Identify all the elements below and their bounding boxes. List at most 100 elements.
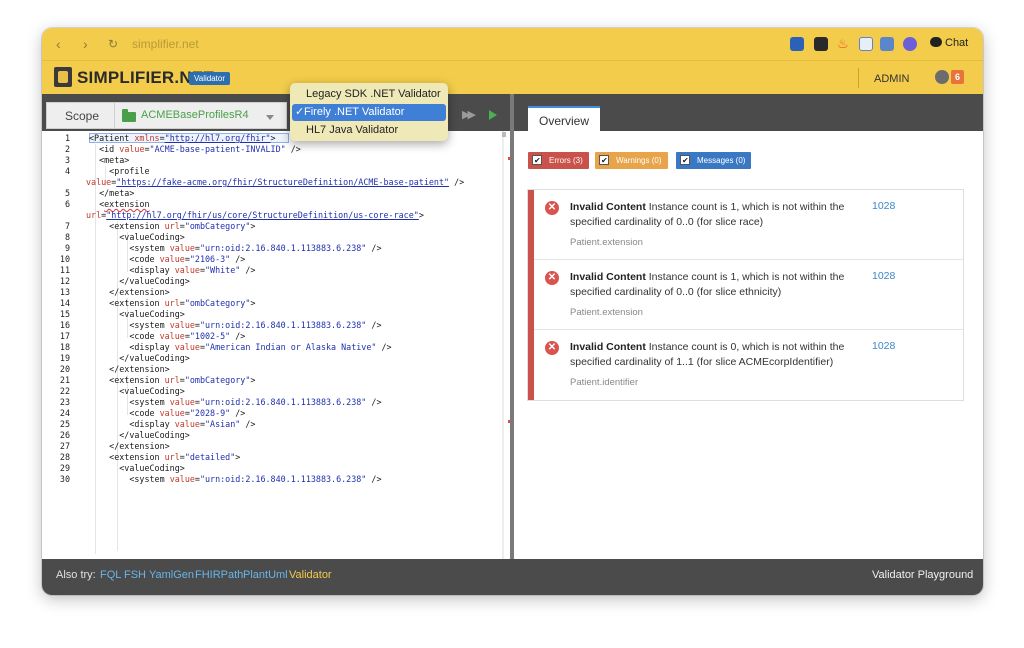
code-line: <display value="American Indian or Alask… <box>89 342 392 352</box>
code-line: <id value="ACME-base-patient-INVALID" /> <box>99 144 301 154</box>
code-line: <valueCoding> <box>89 309 185 319</box>
line-number: 4 <box>64 166 70 176</box>
line-number: 21 <box>59 375 70 385</box>
code-line: <display value="White" /> <box>89 265 256 275</box>
code-line: <code value="2028-9" /> <box>89 408 246 418</box>
issue-title: Invalid Content <box>570 271 646 283</box>
folder-icon <box>122 109 136 122</box>
code-line: <valueCoding> <box>89 463 185 473</box>
issue-item[interactable]: ✕ Invalid Content Instance count is 0, w… <box>528 330 963 400</box>
option-label: Firely .NET Validator <box>304 106 405 118</box>
code-line: <valueCoding> <box>89 386 185 396</box>
scope-value[interactable]: ACMEBaseProfilesR4 <box>141 109 249 121</box>
footer-link-validator[interactable]: Validator <box>289 569 332 581</box>
line-number: 24 <box>59 408 70 418</box>
checkbox-icon[interactable] <box>680 152 690 169</box>
also-try-label: Also try: <box>56 569 96 581</box>
line-number: 25 <box>59 419 70 429</box>
error-icon: ✕ <box>545 271 559 285</box>
issue-line-link[interactable]: 1028 <box>872 200 895 212</box>
errors-filter-label: Errors (3) <box>549 156 583 165</box>
code-line: <extension url="detailed"> <box>89 452 241 462</box>
line-number: 23 <box>59 397 70 407</box>
issue-title: Invalid Content <box>570 201 646 213</box>
tab-overview[interactable]: Overview <box>528 106 600 133</box>
line-number: 10 <box>59 254 70 264</box>
line-number: 26 <box>59 430 70 440</box>
footer-link-fhirpath[interactable]: FHIRPath <box>195 569 243 581</box>
admin-link[interactable]: ADMIN <box>874 73 909 85</box>
code-line: <display value="Asian" /> <box>89 419 256 429</box>
code-line: <meta> <box>89 155 130 165</box>
translate-icon[interactable] <box>880 37 894 51</box>
chat-label: Chat <box>945 37 969 49</box>
line-number: 17 <box>59 331 70 341</box>
chat-button[interactable]: Chat <box>930 37 968 49</box>
code-line: <system value="urn:oid:2.16.840.1.113883… <box>89 320 382 330</box>
doc-icon[interactable] <box>859 37 873 51</box>
issue-path: Patient.identifier <box>570 377 639 388</box>
issue-item[interactable]: ✕ Invalid Content Instance count is 1, w… <box>528 260 963 330</box>
editor-scrollbar[interactable] <box>502 131 504 559</box>
play-icon[interactable] <box>489 110 497 120</box>
line-number: 20 <box>59 364 70 374</box>
reload-icon[interactable]: ↻ <box>108 36 118 52</box>
checkbox-icon[interactable] <box>599 152 609 169</box>
line-number: 6 <box>64 199 70 209</box>
tab-icon[interactable] <box>790 37 804 51</box>
puzzle-icon[interactable]: ♨ <box>837 37 851 51</box>
check-icon: ✓ <box>295 106 305 118</box>
logo-icon[interactable] <box>54 67 72 87</box>
issue-line-link[interactable]: 1028 <box>872 270 895 282</box>
validator-option-legacy[interactable]: Legacy SDK .NET Validator <box>290 86 448 103</box>
code-line: </meta> <box>89 188 135 198</box>
line-number: 1 <box>64 133 70 143</box>
code-line: </valueCoding> <box>89 430 190 440</box>
validator-dropdown: Legacy SDK .NET Validator ✓ Firely .NET V… <box>290 83 448 141</box>
issue-message: Invalid Content Instance count is 1, whi… <box>570 200 858 230</box>
code-editor[interactable]: 1 2 3 4 5 6 7 8 9 10 11 12 13 14 15 16 1… <box>42 131 504 559</box>
scroll-thumb[interactable] <box>502 132 506 137</box>
warnings-filter[interactable]: Warnings (0) <box>595 152 668 169</box>
checkbox-icon[interactable] <box>532 152 542 169</box>
errors-filter[interactable]: Errors (3) <box>528 152 589 169</box>
option-label: Legacy SDK .NET Validator <box>306 88 441 100</box>
forward-icon[interactable]: › <box>83 36 88 52</box>
error-bar <box>528 190 534 260</box>
code-line: <system value="urn:oid:2.16.840.1.113883… <box>89 397 382 407</box>
line-number: 18 <box>59 342 70 352</box>
issue-item[interactable]: ✕ Invalid Content Instance count is 1, w… <box>528 190 963 260</box>
address-bar[interactable]: simplifier.net <box>132 37 199 51</box>
code-line: <extension url="ombCategory"> <box>89 375 256 385</box>
code-line: <extension url="ombCategory"> <box>89 221 256 231</box>
chevron-down-icon[interactable] <box>266 115 274 120</box>
code-line: </extension> <box>89 441 170 451</box>
warnings-filter-label: Warnings (0) <box>616 156 662 165</box>
issue-line-link[interactable]: 1028 <box>872 340 895 352</box>
validator-option-hl7-java[interactable]: HL7 Java Validator <box>290 122 448 139</box>
footer-link-yamlgen[interactable]: YamlGen <box>149 569 194 581</box>
line-number: 14 <box>59 298 70 308</box>
issue-list: ✕ Invalid Content Instance count is 1, w… <box>527 189 964 401</box>
validator-badge: Validator <box>189 72 230 85</box>
fast-forward-icon[interactable]: ▶▶ <box>462 108 476 121</box>
line-number: 5 <box>64 188 70 198</box>
footer-link-fql[interactable]: FQL <box>100 569 121 581</box>
messages-filter[interactable]: Messages (0) <box>676 152 752 169</box>
shield-icon[interactable] <box>903 37 917 51</box>
bookmark-icon[interactable] <box>814 37 828 51</box>
avatar[interactable] <box>935 70 949 84</box>
line-number: 12 <box>59 276 70 286</box>
back-icon[interactable]: ‹ <box>56 36 61 52</box>
code-line: <extension url="ombCategory"> <box>89 298 256 308</box>
error-icon: ✕ <box>545 341 559 355</box>
line-number: 30 <box>59 474 70 484</box>
footer-link-fsh[interactable]: FSH <box>124 569 146 581</box>
validator-option-firely[interactable]: ✓ Firely .NET Validator <box>292 104 446 121</box>
line-gutter: 1 2 3 4 5 6 7 8 9 10 11 12 13 14 15 16 1… <box>42 131 87 559</box>
issue-title: Invalid Content <box>570 341 646 353</box>
code-line: <Patient xmlns="http://hl7.org/fhir"> <box>89 133 276 143</box>
line-number: 16 <box>59 320 70 330</box>
footer-link-plantuml[interactable]: PlantUml <box>243 569 288 581</box>
notification-badge[interactable]: 6 <box>951 70 964 84</box>
